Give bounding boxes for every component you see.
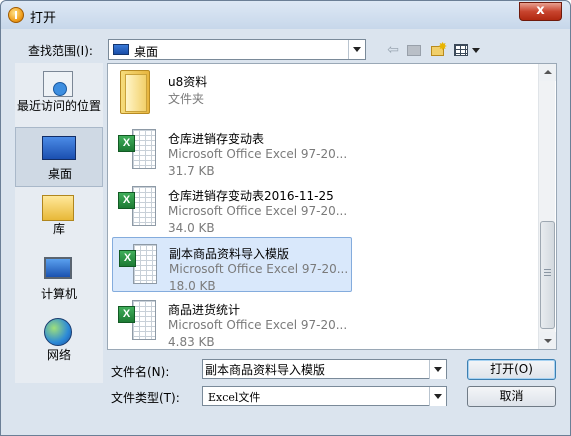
look-in-label: 查找范围(I): xyxy=(28,44,93,58)
file-name: 仓库进销存变动表 xyxy=(168,132,265,146)
up-one-level-button[interactable] xyxy=(405,41,423,59)
scrollbar-thumb[interactable] xyxy=(540,221,555,329)
file-name: 仓库进销存变动表2016-11-25 xyxy=(168,189,334,203)
place-libraries[interactable]: 库 xyxy=(15,191,103,243)
look-in-dropdown[interactable]: 桌面 xyxy=(108,39,366,60)
excel-badge-icon: X xyxy=(118,135,135,152)
places-bar: 最近访问的位置 桌面 库 计算机 网络 xyxy=(15,63,103,383)
chevron-down-icon[interactable] xyxy=(429,387,446,406)
list-item[interactable]: X 仓库进销存变动表 Microsoft Office Excel 97-20.… xyxy=(112,123,352,178)
file-size: 34.0 KB xyxy=(168,221,215,235)
new-folder-button[interactable]: ✸ xyxy=(429,40,448,59)
chevron-down-icon[interactable] xyxy=(348,40,365,59)
chevron-down-icon xyxy=(472,48,480,53)
file-size: 31.7 KB xyxy=(168,164,215,178)
desktop-icon xyxy=(42,136,76,160)
title-bar: 打开 x xyxy=(1,1,570,29)
excel-file-icon xyxy=(132,186,156,226)
file-type: Microsoft Office Excel 97-20... xyxy=(169,262,349,276)
file-type: 文件夹 xyxy=(168,92,205,106)
list-item[interactable]: X 商品进货统计 Microsoft Office Excel 97-20...… xyxy=(112,294,352,349)
place-label: 网络 xyxy=(46,348,71,362)
dialog-title: 打开 xyxy=(30,11,57,26)
chevron-down-icon[interactable] xyxy=(429,360,446,379)
file-type: Microsoft Office Excel 97-20... xyxy=(168,318,348,332)
file-list-scrollbar[interactable] xyxy=(538,64,556,349)
open-dialog-icon xyxy=(8,7,24,23)
file-size: 4.83 KB xyxy=(168,335,215,349)
file-type-value: Excel文件 xyxy=(208,391,261,404)
list-item-selected[interactable]: X 副本商品资料导入模版 Microsoft Office Excel 97-2… xyxy=(112,237,352,293)
scroll-down-icon[interactable] xyxy=(539,332,556,349)
cancel-button[interactable]: 取消 xyxy=(467,386,556,407)
file-list[interactable]: u8资料 文件夹 X 仓库进销存变动表 Microsoft Office Exc… xyxy=(107,63,557,350)
place-desktop[interactable]: 桌面 xyxy=(15,127,103,187)
close-button[interactable]: x xyxy=(519,2,562,21)
excel-badge-icon: X xyxy=(118,306,135,323)
network-icon xyxy=(44,318,72,346)
place-label: 最近访问的位置 xyxy=(16,99,101,113)
recent-places-icon xyxy=(43,71,73,97)
view-details-icon xyxy=(454,44,468,56)
file-type-dropdown[interactable]: Excel文件 xyxy=(202,386,447,406)
view-menu-button[interactable] xyxy=(452,41,480,59)
libraries-icon xyxy=(42,195,74,221)
excel-file-icon xyxy=(133,244,157,284)
file-name-input[interactable] xyxy=(205,361,427,377)
place-recent[interactable]: 最近访问的位置 xyxy=(15,67,103,125)
file-name-label: 文件名(N): xyxy=(111,365,170,379)
file-name: u8资料 xyxy=(168,75,208,89)
place-network[interactable]: 网络 xyxy=(15,316,103,366)
excel-badge-icon: X xyxy=(118,192,135,209)
sparkle-icon: ✸ xyxy=(438,40,448,53)
file-type: Microsoft Office Excel 97-20... xyxy=(168,204,348,218)
desktop-icon xyxy=(113,44,129,55)
folder-up-icon xyxy=(407,45,421,56)
file-size: 18.0 KB xyxy=(169,279,216,293)
file-type-label: 文件类型(T): xyxy=(111,391,180,405)
computer-icon xyxy=(44,257,72,279)
list-item[interactable]: u8资料 文件夹 xyxy=(112,66,352,121)
file-name: 商品进货统计 xyxy=(168,303,241,317)
file-name-combo[interactable] xyxy=(202,359,447,379)
excel-file-icon xyxy=(132,300,156,340)
file-name: 副本商品资料导入模版 xyxy=(169,247,290,261)
open-dialog: 打开 x 查找范围(I): 桌面 ⇦ ✸ 最近访问的位置 桌面 库 计算机 网络… xyxy=(0,0,571,436)
file-type: Microsoft Office Excel 97-20... xyxy=(168,147,348,161)
back-arrow-icon: ⇦ xyxy=(387,42,399,58)
folder-icon xyxy=(120,70,150,114)
place-computer[interactable]: 计算机 xyxy=(15,255,103,305)
place-label: 桌面 xyxy=(47,167,72,181)
place-label: 库 xyxy=(52,222,65,236)
place-label: 计算机 xyxy=(40,287,77,301)
list-item[interactable]: X 仓库进销存变动表2016-11-25 Microsoft Office Ex… xyxy=(112,180,352,235)
look-in-value: 桌面 xyxy=(134,45,159,59)
excel-file-icon xyxy=(132,129,156,169)
open-button[interactable]: 打开(O) xyxy=(467,359,556,380)
scroll-up-icon[interactable] xyxy=(539,64,556,81)
back-button[interactable]: ⇦ xyxy=(385,41,401,59)
excel-badge-icon: X xyxy=(119,250,136,267)
